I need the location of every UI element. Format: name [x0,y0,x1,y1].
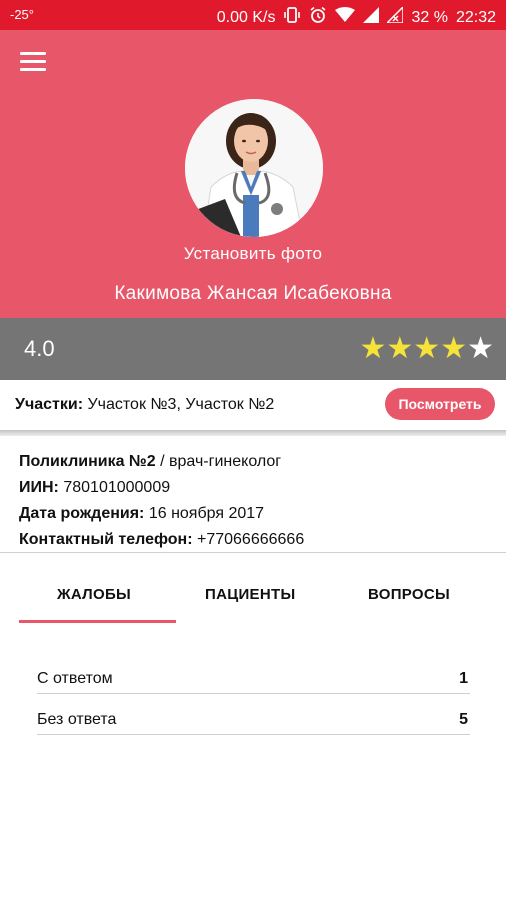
rating-bar: 4.0 ★ ★ ★ ★ ★ [0,318,506,380]
active-tab-indicator [19,620,176,623]
doctor-info: Поликлиника №2 / врач-гинеколог ИИН: 780… [19,449,304,553]
rating-value: 4.0 [24,336,55,361]
answered-label: С ответом [37,670,113,687]
tab-bar: ЖАЛОБЫ ПАЦИЕНТЫ ВОПРОСЫ [0,553,506,625]
status-icons: 0.00 K/s 32 % 22:32 [216,5,496,29]
battery-level: 32 % [411,8,448,26]
unanswered-label: Без ответа [37,711,117,728]
temperature-indicator: -25° [10,7,34,22]
doctor-name: Какимова Жансая Исабековна [114,283,392,304]
clinic-name: Поликлиника №2 [19,453,156,470]
doctor-photo [185,99,323,237]
wifi-icon [335,7,356,28]
answered-count: 1 [459,670,468,687]
clock: 22:32 [455,8,496,26]
list-item-unanswered[interactable]: Без ответа 5 [37,701,470,735]
star-filled-icon: ★ [386,332,414,365]
dob-label: Дата рождения: [19,505,145,522]
star-rating: ★ ★ ★ ★ ★ [359,334,494,364]
phone-label: Контактный телефон: [19,531,193,548]
iin-label: ИИН: [19,479,59,496]
menu-button[interactable] [20,52,50,78]
phone-line: Контактный телефон: +77066666666 [19,527,304,553]
unanswered-count: 5 [459,711,468,728]
star-filled-icon: ★ [359,332,387,365]
tab-patients[interactable]: ПАЦИЕНТЫ [205,586,295,603]
tab-questions[interactable]: ВОПРОСЫ [368,586,450,603]
areas-value: Участок №3, Участок №2 [87,396,275,413]
set-photo-link[interactable]: Установить фото [0,244,506,264]
section-divider [0,430,506,436]
areas-text: Участки: Участок №3, Участок №2 [15,396,274,414]
signal-icon [363,7,380,28]
hamburger-icon [20,52,46,55]
avatar[interactable] [185,99,323,237]
iin-line: ИИН: 780101000009 [19,475,304,501]
list-item-answered[interactable]: С ответом 1 [37,660,470,694]
dob-value: 16 ноября 2017 [148,505,265,522]
star-filled-icon: ★ [413,332,441,365]
view-areas-button[interactable]: Посмотреть [385,388,495,420]
hamburger-icon [20,68,46,71]
iin-value: 780101000009 [63,479,171,496]
tab-complaints[interactable]: ЖАЛОБЫ [57,586,131,603]
vibrate-icon [283,6,301,29]
dob-line: Дата рождения: 16 ноября 2017 [19,501,304,527]
star-filled-icon: ★ [440,332,468,365]
status-bar: -25° 0.00 K/s 32 % 22:32 [0,0,506,30]
specialty: врач-гинеколог [169,453,282,470]
hamburger-icon [20,60,46,63]
phone-value: +77066666666 [196,531,305,548]
net-speed: 0.00 K/s [216,8,276,26]
alarm-icon [309,6,327,29]
star-empty-icon: ★ [467,332,494,365]
no-sim-icon [385,5,405,28]
clinic-line: Поликлиника №2 / врач-гинеколог [19,453,282,470]
areas-label: Участки: [15,396,84,413]
